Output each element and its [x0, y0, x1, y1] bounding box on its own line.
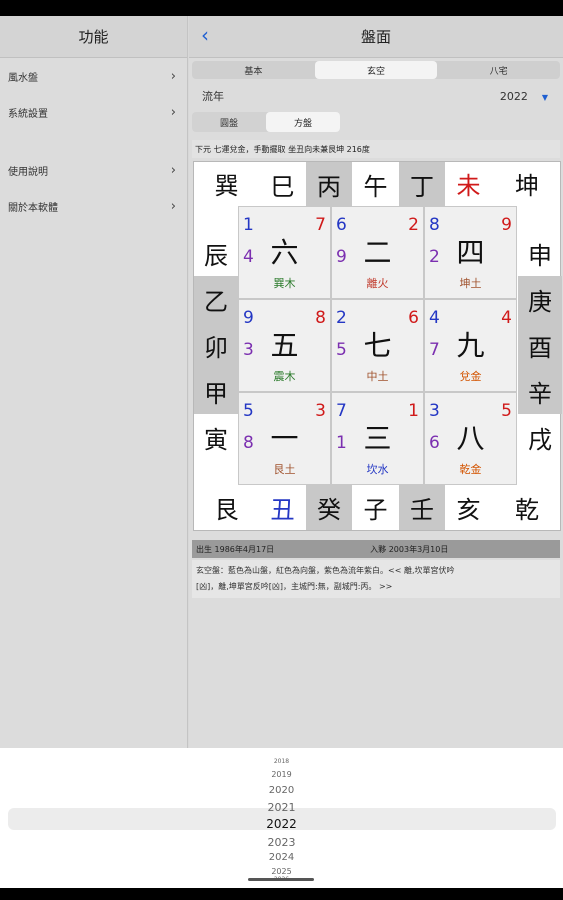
trigram-label: 離火 [366, 277, 389, 290]
mountain-cell-left: 卯 [194, 322, 238, 368]
period-star: 二 [363, 236, 392, 269]
picker-year-option[interactable]: 2020 [0, 785, 563, 796]
mountain-cell-left: 乙 [194, 276, 238, 322]
menu-item-about[interactable]: 關於本軟體 › [0, 190, 188, 222]
mode-tabs: 基本 玄空 八宅 [192, 61, 560, 79]
mountain-cell-bottom: 艮 [214, 495, 239, 524]
period-star: 一 [270, 422, 299, 455]
picker-year-option[interactable]: 2025 [0, 867, 563, 876]
home-indicator[interactable] [248, 878, 314, 881]
trigram-label: 乾金 [459, 463, 482, 476]
chevron-right-icon: › [170, 104, 176, 120]
function-panel: 功能 風水盤 › 系統設置 › 使用說明 › 關於本軟體 › [0, 16, 188, 748]
mountain-cell-top: 丁 [399, 162, 445, 206]
trigram-label: 中土 [366, 370, 389, 383]
move-in-date: 入夥 2003年3月10日 [370, 544, 449, 554]
annual-year-row[interactable]: 流年 2022 ▼ [192, 84, 560, 108]
palace-cell[interactable]: 5 8 3 一艮土 [238, 392, 331, 485]
app-window: 功能 風水盤 › 系統設置 › 使用說明 › 關於本軟體 › ‹ 盤面 基本 玄… [0, 16, 563, 888]
palace-cell[interactable]: 1 4 7 六巽木 [238, 206, 331, 299]
palace-cell[interactable]: 6 9 2 二離火 [331, 206, 424, 299]
palace-cell[interactable]: 4 7 4 九兌金 [424, 299, 517, 392]
tab-bazhai[interactable]: 八宅 [437, 61, 560, 79]
picker-year-option[interactable]: 2022 [0, 817, 563, 831]
period-info: 下元 七運兌金，手動擺取 坐丑向未兼艮坤 216度 [192, 140, 560, 158]
mountain-cell-right: 戌 [528, 425, 552, 454]
mountain-cell-left: 甲 [194, 368, 238, 414]
mountain-cell-bottom: 丑 [270, 495, 295, 524]
menu-item-label: 關於本軟體 [8, 202, 58, 214]
mountain-cell-top: 坤 [515, 172, 539, 200]
mountain-cell-right: 酉 [518, 322, 562, 368]
mountain-cell-bottom: 壬 [399, 484, 445, 530]
mountain-cell-bottom: 乾 [515, 495, 539, 524]
trigram-label: 震木 [273, 370, 296, 383]
trigram-label: 艮土 [273, 463, 296, 476]
period-star: 八 [456, 422, 485, 455]
menu-item-fengshui[interactable]: 風水盤 › [0, 60, 188, 92]
palace-cell[interactable]: 3 6 5 八乾金 [424, 392, 517, 485]
mountain-cell-right: 申 [528, 241, 552, 270]
chart-style-tabs: 圓盤 方盤 [192, 112, 340, 132]
mountain-cell-right: 辛 [518, 368, 562, 414]
annual-year-value: 2022 [499, 89, 528, 103]
palace-cell[interactable]: 9 3 8 五震木 [238, 299, 331, 392]
period-star: 九 [456, 329, 485, 362]
tab-basic[interactable]: 基本 [192, 61, 315, 79]
legend-line-1: 玄空盤：藍色為山盤，紅色為向盤，紫色為流年紫白。<< 離,坎單宮伏吟 [196, 566, 455, 575]
menu-item-help[interactable]: 使用說明 › [0, 154, 188, 186]
mountain-cell-left: 辰 [204, 241, 228, 270]
picker-year-option[interactable]: 2019 [0, 770, 563, 779]
trigram-label: 巽木 [273, 277, 296, 290]
palace-cell[interactable]: 7 1 1 三坎水 [331, 392, 424, 485]
legend-line-2: [凶]，離,坤單宮反吟[凶]，主城門:無，副城門:丙。 >> [196, 582, 393, 591]
mountain-cell-left: 寅 [204, 425, 228, 454]
period-star: 三 [363, 422, 392, 455]
period-star: 七 [363, 329, 392, 362]
tab-round-chart[interactable]: 圓盤 [192, 112, 266, 132]
menu-item-label: 使用說明 [8, 166, 48, 178]
legend-text: 玄空盤：藍色為山盤，紅色為向盤，紫色為流年紫白。<< 離,坎單宮伏吟 [凶]，離… [192, 560, 560, 598]
picker-year-option[interactable]: 2018 [0, 758, 563, 765]
palace-cell[interactable]: 2 5 6 七中土 [331, 299, 424, 392]
trigram-label: 兌金 [459, 370, 482, 383]
back-chevron-icon[interactable]: ‹ [201, 24, 209, 46]
chart-panel: ‹ 盤面 基本 玄空 八宅 流年 2022 ▼ 圓盤 方盤 下元 七運兌金，手動擺… [189, 16, 563, 748]
picker-year-option[interactable]: 2024 [0, 852, 563, 863]
chevron-right-icon: › [170, 68, 176, 84]
period-star: 四 [456, 236, 485, 269]
tab-xuankong[interactable]: 玄空 [314, 61, 438, 79]
palace-cell[interactable]: 8 2 9 四坤土 [424, 206, 517, 299]
mountain-cell-bottom: 癸 [306, 484, 352, 530]
period-star: 五 [270, 329, 299, 362]
header: ‹ 盤面 [189, 16, 563, 58]
mountain-cell-top: 巽 [214, 172, 239, 200]
chevron-right-icon: › [170, 162, 176, 178]
menu-item-label: 系統設置 [8, 108, 48, 120]
feixing-board: 巽巳丙午丁未坤艮丑癸子壬亥乾辰乙卯甲寅申庚酉辛戌 1 4 7 六巽木 6 9 2 二離火 8 2 9 四… [193, 161, 562, 531]
picker-year-option[interactable]: 2023 [0, 836, 563, 849]
mountain-cell-right: 庚 [518, 276, 562, 322]
page-title: 盤面 [360, 28, 391, 46]
dates-bar: 出生 1986年4月17日 入夥 2003年3月10日 [192, 540, 560, 558]
function-panel-title: 功能 [0, 16, 187, 58]
mountain-cell-top: 丙 [306, 162, 352, 206]
mountain-cell-bottom: 亥 [456, 495, 481, 524]
menu-item-settings[interactable]: 系統設置 › [0, 96, 188, 128]
mountain-cell-top: 午 [363, 172, 388, 201]
dropdown-triangle-icon: ▼ [541, 92, 548, 102]
birth-date: 出生 1986年4月17日 [196, 544, 275, 554]
mountain-cell-top: 巳 [270, 172, 295, 201]
trigram-label: 坤土 [459, 277, 482, 290]
period-star: 六 [270, 236, 299, 269]
menu-item-label: 風水盤 [8, 72, 38, 84]
tab-square-chart[interactable]: 方盤 [266, 112, 340, 132]
trigram-label: 坎水 [366, 463, 389, 476]
mountain-cell-bottom: 子 [363, 495, 388, 524]
mountain-cell-top: 未 [456, 172, 481, 200]
year-picker[interactable]: 201820192020202120222023202420252026 [0, 748, 563, 888]
chevron-right-icon: › [170, 198, 176, 214]
annual-year-label: 流年 [202, 90, 224, 103]
picker-year-option[interactable]: 2021 [0, 801, 563, 814]
